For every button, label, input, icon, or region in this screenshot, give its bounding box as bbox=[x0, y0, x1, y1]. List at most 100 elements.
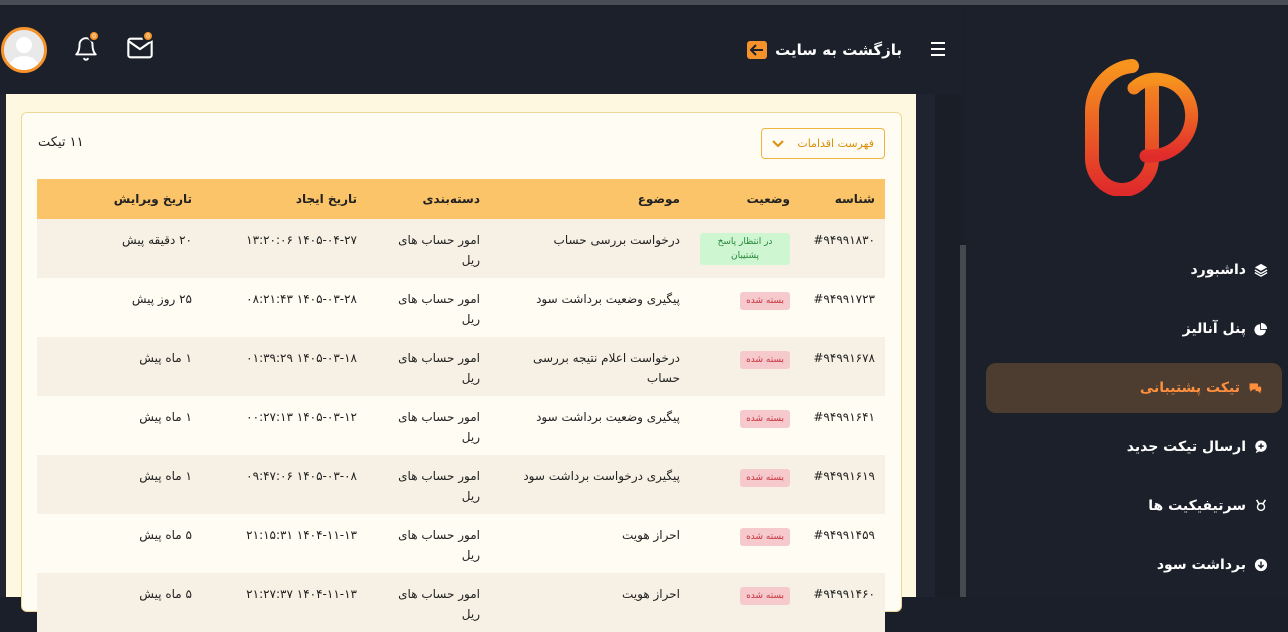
ticket-status-cell: بسته شده bbox=[690, 514, 800, 573]
ticket-status-cell: در انتظار پاسخ پشتیبان bbox=[690, 219, 800, 278]
ticket-status-cell: بسته شده bbox=[690, 278, 800, 337]
column-header-updated: تاریخ ویرایش bbox=[113, 192, 192, 206]
ticket-id-cell: #۹۴۹۹۱۸۳۰ bbox=[800, 219, 885, 278]
status-badge: بسته شده bbox=[740, 410, 790, 428]
ticket-category: امور حساب های ریل bbox=[398, 292, 480, 326]
ticket-created-cell: ۱۴۰۵-۰۳-۰۸ ۰۹:۴۷:۰۶ bbox=[202, 455, 367, 514]
user-avatar[interactable] bbox=[1, 27, 47, 73]
ticket-created: ۱۴۰۵-۰۳-۰۸ ۰۹:۴۷:۰۶ bbox=[246, 469, 357, 483]
ticket-id: #۹۴۹۹۱۴۶۰ bbox=[813, 587, 875, 601]
ticket-updated: ۲۵ روز پیش bbox=[131, 292, 192, 306]
table-row[interactable]: #۹۴۹۹۱۸۳۰ در انتظار پاسخ پشتیبان درخواست ب… bbox=[37, 219, 885, 278]
download-circle-icon bbox=[1254, 558, 1268, 572]
sidebar-item-label: ارسال تیکت جدید bbox=[1126, 439, 1246, 455]
sidebar-item-3[interactable]: ارسال تیکت جدید bbox=[986, 422, 1288, 472]
ticket-updated: ۱ ماه پیش bbox=[139, 469, 192, 483]
content-scroll-track[interactable] bbox=[935, 94, 962, 597]
ticket-subject: پیگیری وضعیت برداشت سود bbox=[536, 410, 680, 424]
ticket-subject-cell: احراز هویت bbox=[490, 514, 690, 573]
ticket-id-cell: #۹۴۹۹۱۶۴۱ bbox=[800, 396, 885, 455]
ticket-subject-cell: پیگیری وضعیت برداشت سود bbox=[490, 396, 690, 455]
messages-button[interactable]: 0 bbox=[126, 30, 156, 66]
hamburger-menu-icon[interactable] bbox=[931, 42, 945, 56]
ticket-subject: احراز هویت bbox=[622, 587, 680, 601]
ticket-created: ۱۴۰۴-۱۱-۱۳ ۲۱:۲۷:۳۷ bbox=[246, 587, 357, 601]
column-header-created: تاریخ ایجاد bbox=[295, 192, 357, 206]
ticket-id: #۹۴۹۹۱۴۵۹ bbox=[813, 528, 875, 542]
layers-icon bbox=[1254, 263, 1268, 277]
ticket-status-cell: بسته شده bbox=[690, 573, 800, 632]
brand-logo bbox=[1085, 59, 1199, 196]
ticket-subject-cell: پیگیری درخواست برداشت سود bbox=[490, 455, 690, 514]
sidebar-item-2[interactable]: تیکت پشتیبانی bbox=[986, 363, 1282, 413]
ticket-category-cell: امور حساب های ریل bbox=[367, 219, 490, 278]
table-row[interactable]: #۹۴۹۹۱۶۱۹ بسته شده پیگیری درخواست برداشت س… bbox=[37, 455, 885, 514]
status-badge: بسته شده bbox=[740, 528, 790, 546]
ticket-id-cell: #۹۴۹۹۱۷۲۳ bbox=[800, 278, 885, 337]
chat-icon bbox=[1248, 381, 1262, 395]
ticket-id: #۹۴۹۹۱۶۷۸ bbox=[813, 351, 875, 365]
ticket-updated-cell: ۱ ماه پیش bbox=[37, 337, 202, 396]
ticket-created-cell: ۱۴۰۴-۱۱-۱۳ ۲۱:۱۵:۳۱ bbox=[202, 514, 367, 573]
ticket-updated-cell: ۲۵ روز پیش bbox=[37, 278, 202, 337]
status-badge: بسته شده bbox=[740, 469, 790, 487]
ticket-category: امور حساب های ریل bbox=[398, 233, 480, 267]
ticket-subject: پیگیری وضعیت برداشت سود bbox=[536, 292, 680, 306]
ticket-status-cell: بسته شده bbox=[690, 396, 800, 455]
ticket-created: ۱۴۰۵-۰۳-۱۲ ۰۰:۲۷:۱۳ bbox=[246, 410, 357, 424]
column-header-category: دسته‌بندی bbox=[422, 192, 480, 206]
table-row[interactable]: #۹۴۹۹۱۴۵۹ بسته شده احراز هویت امور حساب های… bbox=[37, 514, 885, 573]
ticket-category: امور حساب های ریل bbox=[398, 587, 480, 621]
ticket-subject: درخواست اعلام نتیجه بررسی حساب bbox=[532, 351, 680, 385]
ticket-updated-cell: ۲۰ دقیقه پیش bbox=[37, 219, 202, 278]
ticket-subject: پیگیری درخواست برداشت سود bbox=[523, 469, 680, 483]
status-badge: بسته شده bbox=[740, 292, 790, 310]
ticket-updated-cell: ۱ ماه پیش bbox=[37, 396, 202, 455]
table-row[interactable]: #۹۴۹۹۱۶۷۸ بسته شده درخواست اعلام نتیجه برر… bbox=[37, 337, 885, 396]
ticket-id-cell: #۹۴۹۹۱۶۷۸ bbox=[800, 337, 885, 396]
sidebar-item-1[interactable]: پنل آنالیز bbox=[986, 304, 1288, 354]
sidebar-item-label: سرتیفیکیت ها bbox=[1148, 498, 1246, 514]
ticket-category-cell: امور حساب های ریل bbox=[367, 337, 490, 396]
ticket-category: امور حساب های ریل bbox=[398, 410, 480, 444]
ticket-status-cell: بسته شده bbox=[690, 455, 800, 514]
actions-dropdown[interactable]: فهرست اقدامات bbox=[761, 128, 885, 159]
back-to-site-link[interactable]: بازگشت به سایت bbox=[747, 41, 902, 59]
chat-plus-icon bbox=[1254, 440, 1268, 454]
ticket-count: ۱۱ تیکت bbox=[38, 135, 84, 150]
ticket-updated-cell: ۱ ماه پیش bbox=[37, 455, 202, 514]
ticket-category-cell: امور حساب های ریل bbox=[367, 396, 490, 455]
table-header-row: شناسه وضعیت موضوع دسته‌بندی تاریخ ایجاد … bbox=[37, 179, 885, 219]
sidebar-item-5[interactable]: برداشت سود bbox=[986, 540, 1288, 590]
table-row[interactable]: #۹۴۹۹۱۶۴۱ بسته شده پیگیری وضعیت برداشت سود… bbox=[37, 396, 885, 455]
sidebar-item-label: برداشت سود bbox=[1156, 557, 1246, 573]
ticket-id-cell: #۹۴۹۹۱۴۶۰ bbox=[800, 573, 885, 632]
ticket-created-cell: ۱۴۰۵-۰۳-۱۸ ۰۱:۳۹:۲۹ bbox=[202, 337, 367, 396]
notifications-button[interactable]: 0 bbox=[73, 30, 103, 66]
table-row[interactable]: #۹۴۹۹۱۴۶۰ بسته شده احراز هویت امور حساب های… bbox=[37, 573, 885, 632]
ticket-updated-cell: ۵ ماه پیش bbox=[37, 573, 202, 632]
sidebar-item-0[interactable]: داشبورد bbox=[986, 245, 1288, 295]
sidebar-item-label: پنل آنالیز bbox=[1182, 321, 1246, 337]
ticket-subject-cell: پیگیری وضعیت برداشت سود bbox=[490, 278, 690, 337]
ticket-id: #۹۴۹۹۱۶۱۹ bbox=[813, 469, 875, 483]
ticket-created: ۱۴۰۴-۱۱-۱۳ ۲۱:۱۵:۳۱ bbox=[246, 528, 357, 542]
sidebar-item-label: داشبورد bbox=[1190, 262, 1247, 278]
status-badge: بسته شده bbox=[740, 587, 790, 605]
table-row[interactable]: #۹۴۹۹۱۷۲۳ بسته شده پیگیری وضعیت برداشت سود… bbox=[37, 278, 885, 337]
ticket-id: #۹۴۹۹۱۷۲۳ bbox=[813, 292, 875, 306]
ticket-created: ۱۴۰۵-۰۴-۲۷ ۱۳:۲۰:۰۶ bbox=[246, 233, 357, 247]
ticket-category-cell: امور حساب های ریل bbox=[367, 455, 490, 514]
status-badge: بسته شده bbox=[740, 351, 790, 369]
sidebar-item-label: تیکت پشتیبانی bbox=[1139, 380, 1240, 396]
ticket-created-cell: ۱۴۰۵-۰۳-۱۲ ۰۰:۲۷:۱۳ bbox=[202, 396, 367, 455]
actions-dropdown-label: فهرست اقدامات bbox=[797, 137, 874, 150]
notification-badge: 0 bbox=[88, 30, 100, 42]
ticket-category-cell: امور حساب های ریل bbox=[367, 573, 490, 632]
sidebar-item-4[interactable]: سرتیفیکیت ها bbox=[986, 481, 1288, 531]
column-header-id: شناسه bbox=[834, 192, 875, 206]
ticket-updated: ۲۰ دقیقه پیش bbox=[122, 233, 192, 247]
column-header-status: وضعیت bbox=[746, 192, 790, 206]
ticket-id-cell: #۹۴۹۹۱۴۵۹ bbox=[800, 514, 885, 573]
ticket-subject: احراز هویت bbox=[622, 528, 680, 542]
